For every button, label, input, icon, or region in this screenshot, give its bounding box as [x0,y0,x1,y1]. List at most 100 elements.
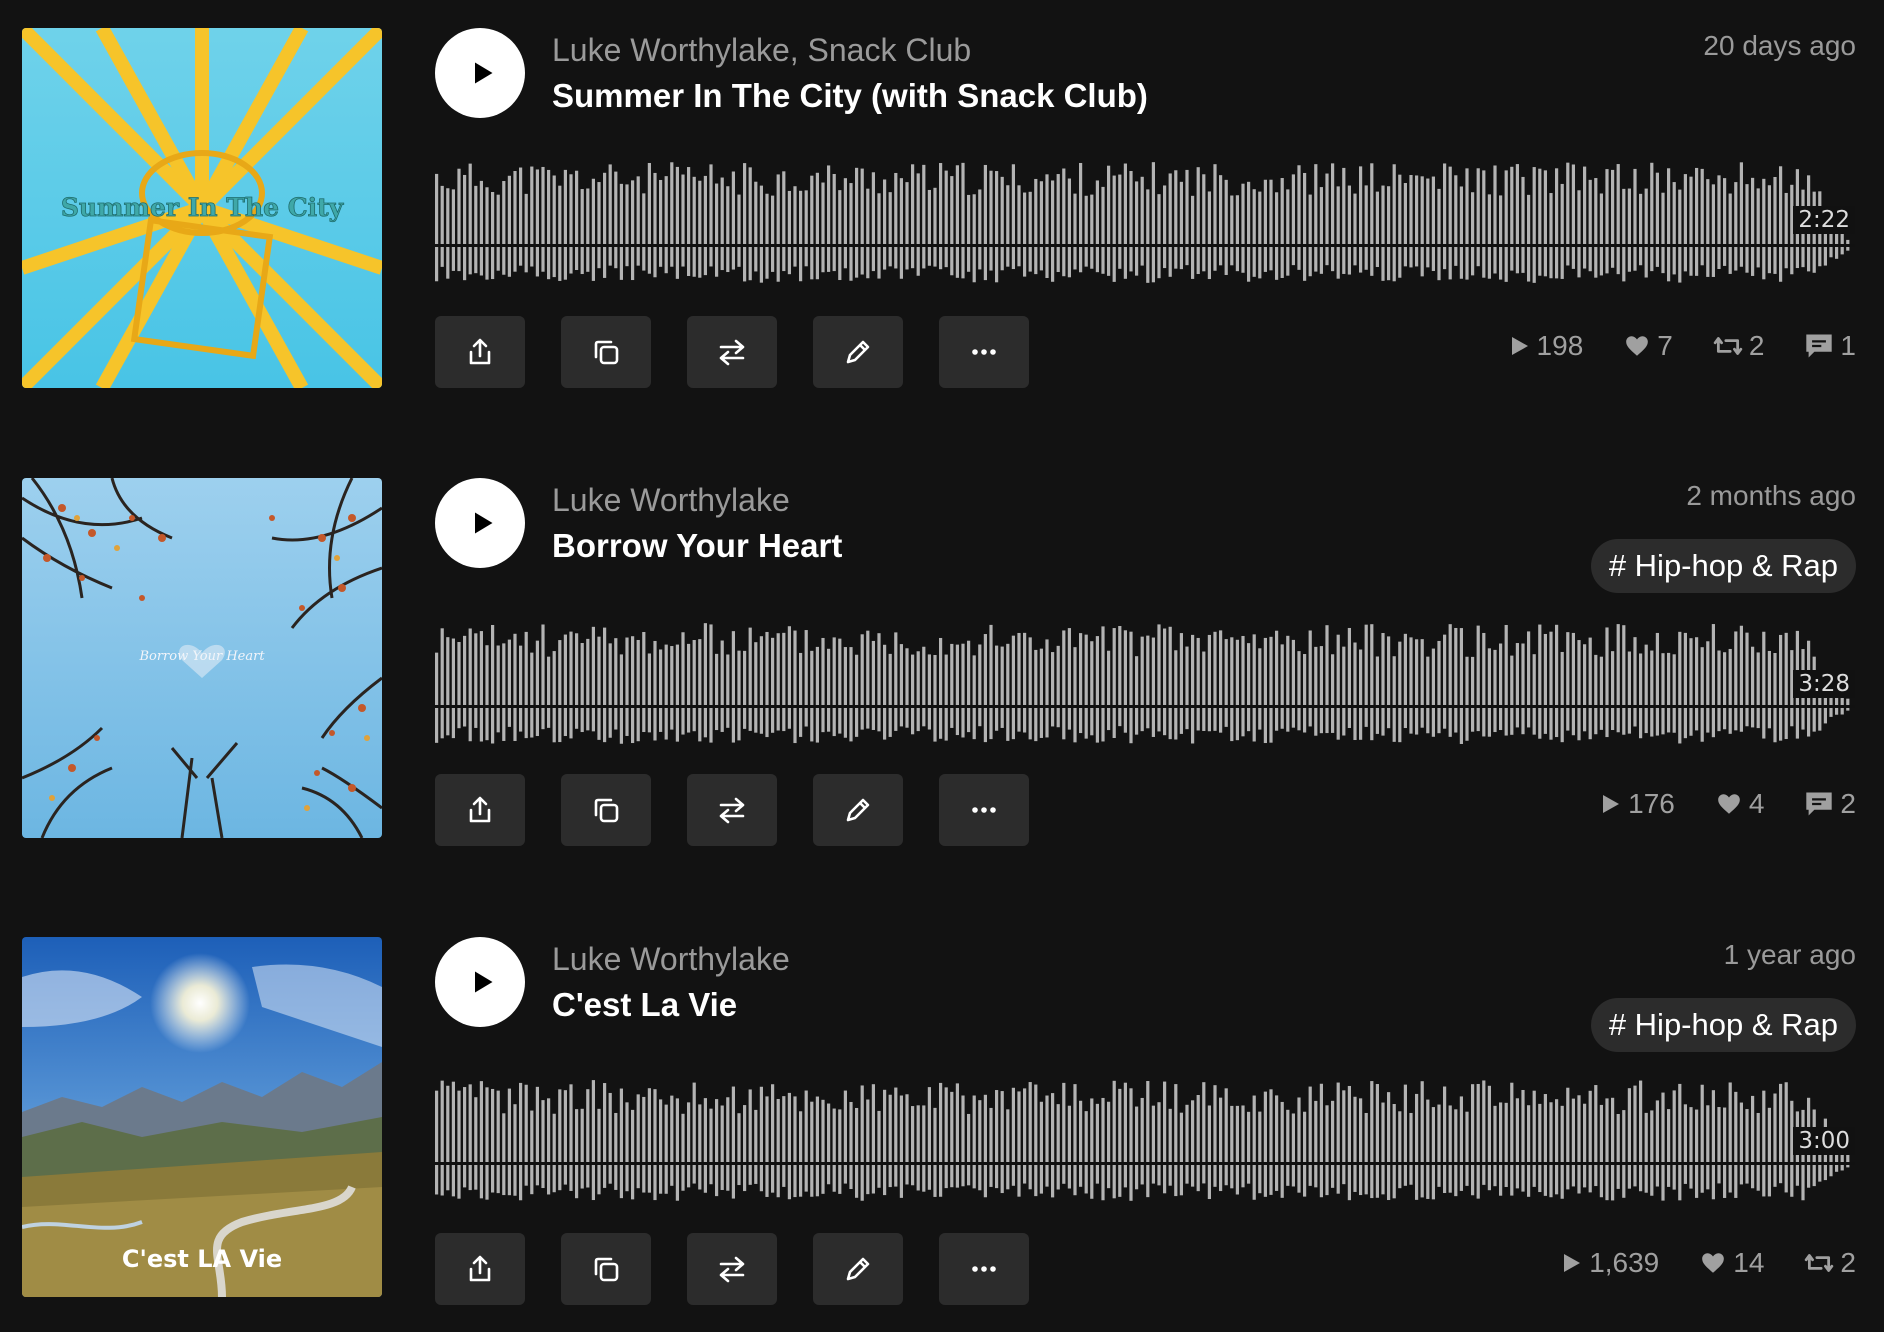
plays-stat[interactable]: 1,639 [1559,1247,1659,1279]
share-button[interactable] [435,1233,525,1305]
copy-link-button[interactable] [561,774,651,846]
waveform-bar [1773,1093,1777,1164]
waveform-bar-reflection [838,1165,842,1194]
waveform[interactable]: 3:28 [435,618,1855,748]
waveform-bar [1101,186,1105,246]
waveform-bar [485,645,489,707]
waveform-bar-reflection [1773,708,1777,743]
more-button[interactable] [939,316,1029,388]
track-title[interactable]: Borrow Your Heart [552,527,842,565]
waveform-bar-reflection [1023,247,1027,277]
waveform-bar-reflection [1577,1165,1581,1194]
more-button[interactable] [939,774,1029,846]
edit-button[interactable] [813,316,903,388]
waveform-bar-reflection [1252,247,1256,277]
waveform-bar [720,1105,724,1164]
pencil-icon [843,337,873,367]
track-title[interactable]: C'est La Vie [552,986,737,1024]
reposts-stat[interactable]: 2 [1804,1247,1856,1279]
plays-stat[interactable]: 198 [1507,330,1583,362]
waveform-bar-reflection [866,247,870,279]
waveform-bar [1471,1084,1475,1164]
genre-tag[interactable]: # Hip-hop & Rap [1590,539,1856,593]
waveform-bar-reflection [1073,247,1077,270]
plays-stat[interactable]: 176 [1598,788,1675,820]
reposts-stat[interactable]: 2 [1713,330,1764,362]
track-title[interactable]: Summer In The City (with Snack Club) [552,77,1148,115]
swap-button[interactable] [687,774,777,846]
edit-button[interactable] [813,774,903,846]
waveform-bar-reflection [1801,708,1805,730]
waveform-bar-reflection [1773,1165,1777,1187]
waveform-bar-reflection [1000,1165,1004,1194]
likes-stat[interactable]: 7 [1623,330,1673,362]
waveform-bar-reflection [1695,1165,1699,1198]
copy-link-button[interactable] [561,316,651,388]
waveform-bar-reflection [1437,708,1441,734]
cover-art-cest-la-vie[interactable]: C'est LA Vie [22,937,382,1297]
share-button[interactable] [435,774,525,846]
waveform-bar [1056,645,1060,707]
play-button[interactable] [435,28,525,118]
waveform-bar [1695,167,1699,246]
waveform-bar-reflection [586,247,590,272]
comments-stat[interactable]: 2 [1804,788,1856,820]
waveform-bar-reflection [547,1165,551,1195]
waveform-bar-reflection [681,1165,685,1191]
waveform-bar [586,638,590,707]
waveform-bar-reflection [446,1165,450,1191]
waveform-bar [731,171,735,246]
waveform-bar-reflection [1779,708,1783,741]
track-artist[interactable]: Luke Worthylake [552,482,790,519]
waveform-bar [687,167,691,246]
waveform-bar [1678,631,1682,707]
waveform-bar [513,633,517,707]
waveform-bar-reflection [1476,1165,1480,1199]
waveform-bar-reflection [967,247,971,272]
play-button[interactable] [435,478,525,568]
waveform-bar-reflection [1235,708,1239,741]
share-button[interactable] [435,316,525,388]
waveform-bar [1325,173,1329,246]
waveform-bar-reflection [1818,1165,1822,1182]
waveform-bar-reflection [597,247,601,269]
waveform-bar-reflection [1219,247,1223,266]
waveform-bar [636,176,640,246]
waveform-bar [838,638,842,707]
waveform-bar [1723,1107,1727,1164]
swap-button[interactable] [687,1233,777,1305]
likes-stat[interactable]: 4 [1715,788,1764,820]
edit-button[interactable] [813,1233,903,1305]
track-artist[interactable]: Luke Worthylake, Snack Club [552,32,971,69]
comments-stat[interactable]: 1 [1804,330,1856,362]
waveform-bar [457,1090,461,1164]
copy-link-button[interactable] [561,1233,651,1305]
waveform-bar [513,1104,517,1164]
waveform-bar-reflection [1454,1165,1458,1197]
waveform-bar [726,654,730,707]
waveform-bar [1734,1091,1738,1164]
waveform-bar [1476,168,1480,246]
waveform[interactable]: 3:00 [435,1071,1855,1201]
swap-button[interactable] [687,316,777,388]
waveform-bar-reflection [474,1165,478,1190]
waveform-bar [1504,1102,1508,1164]
play-button[interactable] [435,937,525,1027]
waveform-bar [1745,1109,1749,1164]
waveform[interactable]: 2:22 [435,156,1855,286]
cover-art-summer-in-the-city[interactable]: Summer In The City [22,28,382,388]
waveform-bar-reflection [782,708,786,732]
waveform-bar [1756,1112,1760,1164]
cover-art-borrow-your-heart[interactable]: Borrow Your Heart [22,478,382,838]
track-artist[interactable]: Luke Worthylake [552,941,790,978]
more-button[interactable] [939,1233,1029,1305]
waveform-bar [625,1102,629,1164]
waveform-bar-reflection [675,247,679,279]
likes-stat[interactable]: 14 [1699,1247,1764,1279]
waveform-bar [524,631,528,707]
waveform-bar [1207,1105,1211,1164]
swap-icon [717,337,747,367]
waveform-bar [871,640,875,707]
waveform-bar [1387,636,1391,707]
genre-tag[interactable]: # Hip-hop & Rap [1590,998,1856,1052]
